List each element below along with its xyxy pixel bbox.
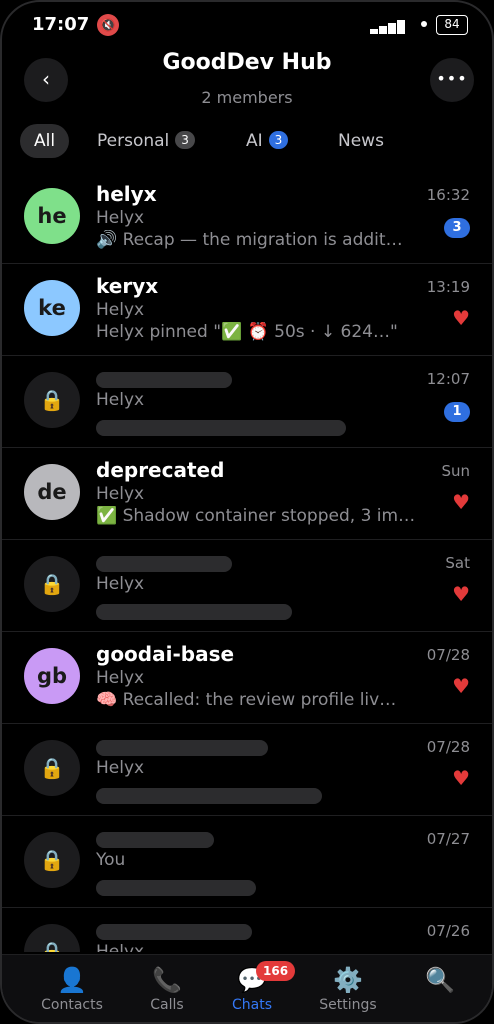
nav-label: Calls xyxy=(150,997,184,1013)
heart-icon: ♥ xyxy=(452,582,470,606)
tab-label: AI xyxy=(246,131,263,151)
name-placeholder xyxy=(96,924,252,940)
tab-all[interactable]: All xyxy=(20,124,70,158)
chat-sender: Helyx xyxy=(96,758,145,778)
tab-personal[interactable]: Personal 3 xyxy=(97,124,195,158)
chat-row-goodai-base[interactable]: gb goodai-base Helyx 🧠 Recalled: the rev… xyxy=(2,632,492,724)
chat-sender: Helyx xyxy=(96,668,145,688)
page-title: GoodDev Hub xyxy=(162,50,332,75)
chat-time: 13:19 xyxy=(426,278,470,296)
tab-label: All xyxy=(34,131,56,151)
search-icon: 🔍 xyxy=(425,966,455,994)
tab-ai[interactable]: AI 3 xyxy=(246,124,289,158)
chat-row-locked[interactable]: 🔒 Helyx 07/26 xyxy=(2,908,492,952)
lock-icon: 🔒 xyxy=(24,832,80,888)
chat-time: 16:32 xyxy=(426,186,470,204)
status-time: 17:07 xyxy=(32,14,90,35)
name-placeholder xyxy=(96,556,232,572)
chat-time: Sun xyxy=(441,462,470,480)
chat-preview: 🧠 Recalled: the review profile liv… xyxy=(96,690,397,710)
heart-icon: ♥ xyxy=(452,674,470,698)
battery-icon: 84 xyxy=(436,15,468,35)
nav-search[interactable]: 🔍 xyxy=(392,955,488,1022)
lock-icon: 🔒 xyxy=(24,740,80,796)
chat-name: deprecated xyxy=(96,458,225,482)
nav-calls[interactable]: 📞 Calls xyxy=(119,955,215,1022)
chat-preview: 🔊 Recap — the migration is addit… xyxy=(96,230,403,250)
avatar: de xyxy=(24,464,80,520)
name-placeholder xyxy=(96,372,232,388)
chat-sender: Helyx xyxy=(96,300,145,320)
tab-label: News xyxy=(338,131,384,151)
preview-placeholder xyxy=(96,604,292,620)
chat-row-locked[interactable]: 🔒 Helyx 07/28 ♥ xyxy=(2,724,492,816)
unread-badge: 3 xyxy=(444,218,470,238)
wifi-dot-icon xyxy=(421,21,427,27)
chat-name: helyx xyxy=(96,182,157,206)
heart-icon: ♥ xyxy=(452,306,470,330)
chat-row-locked[interactable]: 🔒 You 07/27 xyxy=(2,816,492,908)
tab-badge: 3 xyxy=(175,131,195,149)
more-button[interactable]: ••• xyxy=(430,58,474,102)
chat-name: keryx xyxy=(96,274,159,298)
chat-list: he helyx Helyx 🔊 Recap — the migration i… xyxy=(2,172,492,952)
heart-icon: ♥ xyxy=(452,490,470,514)
nav-label: Settings xyxy=(319,997,377,1013)
member-count: 2 members xyxy=(201,88,293,107)
unread-count-badge: 166 xyxy=(256,961,296,981)
bottom-nav: 👤 Contacts 📞 Calls 💬 Chats 166 ⚙️ Settin… xyxy=(2,954,492,1022)
chat-time: 12:07 xyxy=(426,370,470,388)
chat-row-deprecated[interactable]: de deprecated Helyx ✅ Shadow container s… xyxy=(2,448,492,540)
unread-badge: 1 xyxy=(444,402,470,422)
avatar: ke xyxy=(24,280,80,336)
chat-time: Sat xyxy=(445,554,470,572)
chat-sender: Helyx xyxy=(96,390,145,410)
chat-time: 07/28 xyxy=(426,646,470,664)
signal-icon xyxy=(370,18,414,34)
nav-label: Chats xyxy=(231,997,272,1013)
chat-sender: You xyxy=(96,850,126,870)
chat-row-helyx[interactable]: he helyx Helyx 🔊 Recap — the migration i… xyxy=(2,172,492,264)
chat-sender: Helyx xyxy=(96,208,145,228)
more-icon: ••• xyxy=(436,69,468,88)
person-icon: 👤 xyxy=(57,966,87,994)
nav-label: Contacts xyxy=(41,997,103,1013)
gear-icon: ⚙️ xyxy=(333,966,363,994)
chat-sender: Helyx xyxy=(96,574,145,594)
name-placeholder xyxy=(96,740,268,756)
chat-time: 07/28 xyxy=(426,738,470,756)
chat-sender: Helyx xyxy=(96,484,145,504)
tab-news[interactable]: News xyxy=(338,124,384,158)
filter-tabs: All Personal 3 AI 3 News xyxy=(20,124,480,158)
phone-screen: 17:07 🔇 84 ‹ GoodDev Hub 2 members ••• A… xyxy=(0,0,494,1024)
phone-icon: 📞 xyxy=(152,966,182,994)
chat-preview: Helyx pinned "✅ ⏰ 50s · ↓ 624…" xyxy=(96,322,398,342)
mute-icon: 🔇 xyxy=(97,14,119,36)
chat-sender: Helyx xyxy=(96,942,145,952)
chat-row-keryx[interactable]: ke keryx Helyx Helyx pinned "✅ ⏰ 50s · ↓… xyxy=(2,264,492,356)
tab-badge: 3 xyxy=(268,131,289,149)
name-placeholder xyxy=(96,832,214,848)
chat-time: 07/26 xyxy=(426,922,470,940)
avatar: he xyxy=(24,188,80,244)
tab-label: Personal xyxy=(97,131,170,151)
chat-name: goodai-base xyxy=(96,642,235,666)
chat-preview: ✅ Shadow container stopped, 3 im… xyxy=(96,506,416,526)
chat-row-locked[interactable]: 🔒 Helyx 12:07 1 xyxy=(2,356,492,448)
lock-icon: 🔒 xyxy=(24,924,80,952)
status-bar: 17:07 🔇 84 xyxy=(2,2,492,48)
nav-chats[interactable]: 💬 Chats 166 xyxy=(204,955,300,1022)
nav-contacts[interactable]: 👤 Contacts xyxy=(24,955,120,1022)
lock-icon: 🔒 xyxy=(24,372,80,428)
chat-time: 07/27 xyxy=(426,830,470,848)
nav-settings[interactable]: ⚙️ Settings xyxy=(300,955,396,1022)
heart-icon: ♥ xyxy=(452,766,470,790)
preview-placeholder xyxy=(96,788,322,804)
avatar: gb xyxy=(24,648,80,704)
chat-row-locked[interactable]: 🔒 Helyx Sat ♥ xyxy=(2,540,492,632)
preview-placeholder xyxy=(96,880,256,896)
lock-icon: 🔒 xyxy=(24,556,80,612)
preview-placeholder xyxy=(96,420,346,436)
